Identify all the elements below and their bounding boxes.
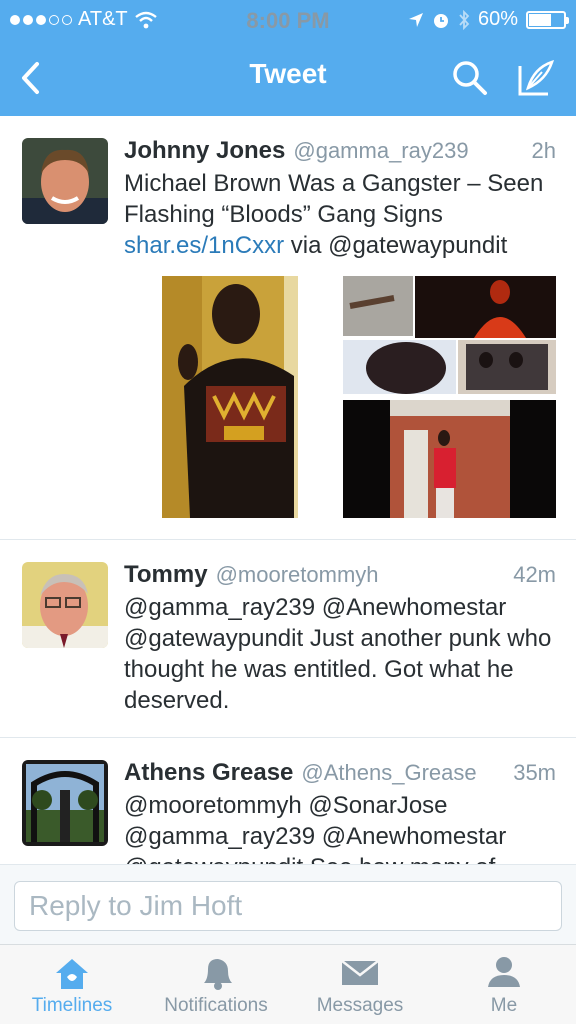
tab-timelines[interactable]: Timelines bbox=[0, 945, 144, 1024]
author-handle[interactable]: @mooretommyh bbox=[216, 560, 379, 590]
tweet-feed[interactable]: Johnny Jones @gamma_ray239 2h Michael Br… bbox=[0, 116, 576, 864]
tweet-time: 35m bbox=[513, 760, 556, 785]
battery-percent: 60% bbox=[477, 8, 518, 30]
tweet-text: @mooretommyh @SonarJose @gamma_ray239 @A… bbox=[124, 792, 507, 864]
tweet-content: Athens Grease @Athens_Grease 35m @mooret… bbox=[124, 758, 556, 864]
tweet-header: Athens Grease @Athens_Grease 35m bbox=[124, 758, 556, 788]
tab-messages[interactable]: Messages bbox=[288, 945, 432, 1024]
tweet-time: 2h bbox=[531, 138, 556, 163]
nav-bar: Tweet bbox=[0, 40, 576, 116]
compose-quill-icon bbox=[518, 59, 555, 96]
author-handle[interactable]: @Athens_Grease bbox=[301, 758, 476, 788]
media-photo-collage bbox=[162, 276, 556, 518]
tweet-item[interactable]: Tommy @mooretommyh 42m @gamma_ray239 @An… bbox=[0, 540, 576, 738]
tab-label: Notifications bbox=[164, 995, 268, 1016]
tweet-text: Michael Brown Was a Gangster – Seen Flas… bbox=[124, 168, 556, 261]
search-button[interactable] bbox=[448, 56, 492, 100]
tweet-content: Johnny Jones @gamma_ray239 2h Michael Br… bbox=[124, 136, 556, 261]
tweet-link[interactable]: shar.es/1nCxxr bbox=[124, 232, 284, 259]
avatar[interactable] bbox=[22, 138, 108, 224]
avatar[interactable] bbox=[22, 760, 108, 846]
status-right: 60% bbox=[408, 8, 569, 31]
tweet-header: Tommy @mooretommyh 42m bbox=[124, 560, 556, 590]
battery-icon bbox=[526, 10, 569, 29]
reply-bar: Reply to Jim Hoft bbox=[0, 864, 576, 944]
tab-bar: Timelines Notifications Messages Me bbox=[0, 944, 576, 1024]
tab-label: Timelines bbox=[31, 995, 113, 1016]
tab-label: Messages bbox=[316, 995, 404, 1016]
tweet-item[interactable]: Athens Grease @Athens_Grease 35m @mooret… bbox=[0, 738, 576, 864]
status-bar: AT&T 8:00 PM 60% bbox=[0, 0, 576, 40]
envelope-icon bbox=[341, 960, 379, 985]
home-icon bbox=[56, 959, 88, 989]
tweet-text: @gamma_ray239 @Anewhomestar @gatewaypund… bbox=[124, 594, 552, 714]
tweet-media[interactable] bbox=[124, 276, 556, 518]
author-handle[interactable]: @gamma_ray239 bbox=[293, 136, 468, 166]
avatar[interactable] bbox=[22, 562, 108, 648]
tab-me[interactable]: Me bbox=[432, 945, 576, 1024]
author-name[interactable]: Athens Grease bbox=[124, 758, 293, 788]
location-arrow-icon bbox=[408, 12, 423, 27]
reply-input[interactable]: Reply to Jim Hoft bbox=[14, 881, 562, 931]
alarm-icon bbox=[433, 13, 448, 28]
tweet-time: 42m bbox=[513, 562, 556, 587]
bell-icon bbox=[204, 959, 232, 990]
tab-notifications[interactable]: Notifications bbox=[144, 945, 288, 1024]
bluetooth-icon bbox=[459, 9, 470, 30]
author-name[interactable]: Tommy bbox=[124, 560, 208, 590]
tweet-text-suffix: via @gatewaypundit bbox=[284, 232, 508, 259]
compose-button[interactable] bbox=[514, 56, 558, 100]
tweet-content: Tommy @mooretommyh 42m @gamma_ray239 @An… bbox=[124, 560, 556, 716]
author-name[interactable]: Johnny Jones bbox=[124, 136, 285, 166]
tab-label: Me bbox=[490, 995, 518, 1016]
search-icon bbox=[453, 61, 487, 95]
person-icon bbox=[488, 957, 520, 987]
tweet-text-main: Michael Brown Was a Gangster – Seen Flas… bbox=[124, 170, 544, 228]
tweet-item[interactable]: Johnny Jones @gamma_ray239 2h Michael Br… bbox=[0, 116, 576, 540]
tweet-header: Johnny Jones @gamma_ray239 2h bbox=[124, 136, 556, 166]
